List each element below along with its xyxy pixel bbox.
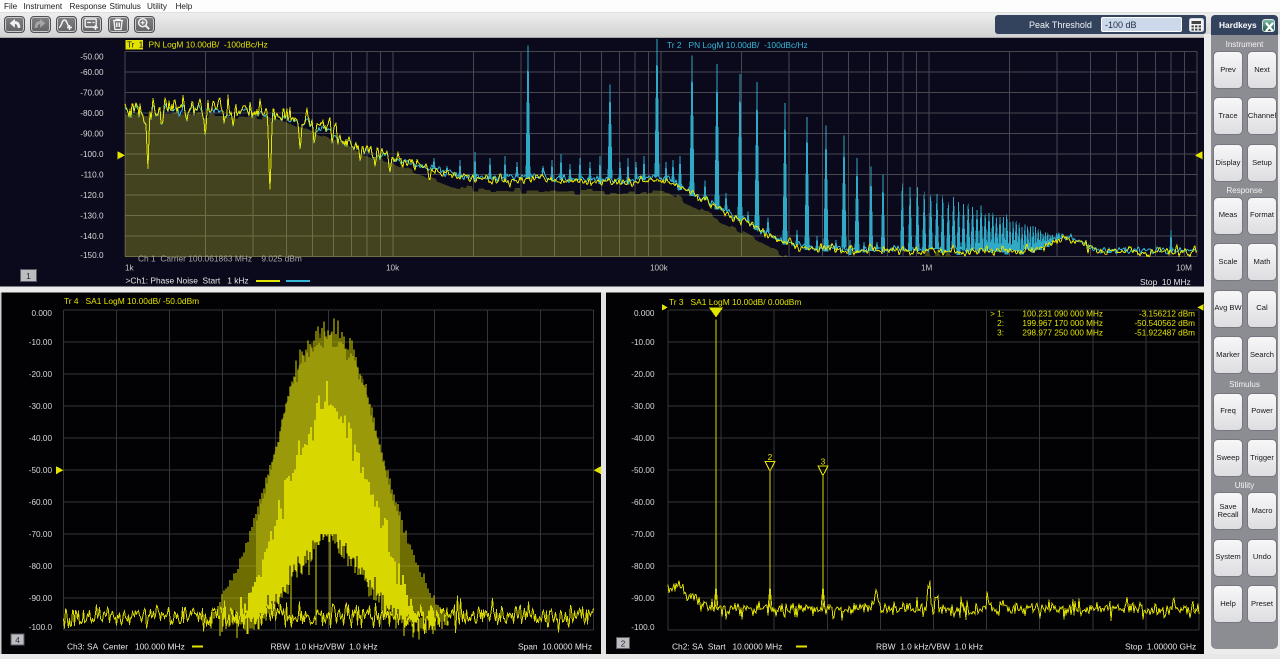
svg-text:-80.00: -80.00 bbox=[80, 109, 104, 118]
svg-text:2: 2 bbox=[621, 639, 626, 648]
svg-text:3: 3 bbox=[821, 457, 826, 467]
svg-text:1M: 1M bbox=[921, 264, 933, 273]
svg-text:-120.0: -120.0 bbox=[80, 191, 104, 200]
svg-text:-60.00: -60.00 bbox=[29, 498, 53, 507]
svg-text:Tr 3 SA1 LogM 10.00dB/ 0.00d: Tr 3 SA1 LogM 10.00dB/ 0.00dBm bbox=[669, 297, 801, 307]
svg-text:Ch 1 Carrier 100.061863 MHz: Ch 1 Carrier 100.061863 MHz 9.025 dBm bbox=[138, 254, 302, 264]
svg-text:-40.00: -40.00 bbox=[29, 434, 53, 443]
svg-text:-20.00: -20.00 bbox=[29, 370, 53, 379]
svg-text:-100.0: -100.0 bbox=[631, 623, 655, 632]
svg-text:199.967 170 000 MHz: 199.967 170 000 MHz bbox=[1022, 319, 1103, 328]
svg-text:2: 2 bbox=[768, 452, 773, 462]
svg-text:-80.00: -80.00 bbox=[29, 562, 53, 571]
svg-text:-70.00: -70.00 bbox=[80, 88, 104, 97]
svg-text:-130.0: -130.0 bbox=[80, 211, 104, 220]
svg-text:-3.156212 dBm: -3.156212 dBm bbox=[1139, 309, 1195, 318]
svg-text:PN LogM 10.00dB/ -100dBc/Hz: PN LogM 10.00dB/ -100dBc/Hz bbox=[149, 40, 268, 50]
svg-text:-50.540562 dBm: -50.540562 dBm bbox=[1134, 319, 1195, 328]
svg-text:-110.0: -110.0 bbox=[81, 170, 104, 179]
svg-text:>Ch1: Phase Noise Start 1 k: >Ch1: Phase Noise Start 1 kHz bbox=[126, 276, 249, 286]
svg-text:Stop 1.00000 GHz: Stop 1.00000 GHz bbox=[1125, 642, 1196, 652]
svg-text:-50.00: -50.00 bbox=[29, 466, 53, 475]
svg-text:-10.00: -10.00 bbox=[29, 338, 53, 347]
svg-text:Tr 2 PN LogM 10.00dB/ -100d: Tr 2 PN LogM 10.00dB/ -100dBc/Hz bbox=[667, 40, 808, 50]
svg-text:-90.00: -90.00 bbox=[631, 594, 655, 603]
svg-text:100k: 100k bbox=[650, 264, 669, 273]
svg-text:> 1:: > 1: bbox=[990, 309, 1004, 318]
svg-text:-51.922487 dBm: -51.922487 dBm bbox=[1134, 328, 1195, 337]
svg-text:-70.00: -70.00 bbox=[631, 530, 655, 539]
svg-text:Ch2: SA Start 10.0000 MHz: Ch2: SA Start 10.0000 MHz bbox=[672, 642, 782, 652]
svg-text:RBW 1.0 kHz/VBW 1.0 kHz: RBW 1.0 kHz/VBW 1.0 kHz bbox=[271, 642, 378, 652]
svg-text:-150.0: -150.0 bbox=[80, 251, 104, 260]
svg-text:Span 10.0000 MHz: Span 10.0000 MHz bbox=[518, 642, 592, 652]
svg-text:0.000: 0.000 bbox=[634, 309, 655, 318]
svg-text:-50.00: -50.00 bbox=[80, 53, 104, 62]
svg-text:1: 1 bbox=[26, 271, 31, 281]
svg-text:-60.00: -60.00 bbox=[631, 498, 655, 507]
svg-text:-80.00: -80.00 bbox=[631, 562, 655, 571]
svg-text:-40.00: -40.00 bbox=[631, 434, 655, 443]
svg-text:4: 4 bbox=[15, 636, 20, 645]
svg-text:-60.00: -60.00 bbox=[80, 68, 104, 77]
svg-text:-140.0: -140.0 bbox=[80, 232, 104, 241]
svg-text:-30.00: -30.00 bbox=[29, 402, 53, 411]
svg-text:298.977 250 000 MHz: 298.977 250 000 MHz bbox=[1022, 328, 1103, 337]
svg-text:10k: 10k bbox=[386, 264, 400, 273]
svg-text:Tr 4 SA1 LogM 10.00dB/ -50.0: Tr 4 SA1 LogM 10.00dB/ -50.0dBm bbox=[64, 296, 199, 306]
svg-text:-20.00: -20.00 bbox=[631, 370, 655, 379]
svg-text:2:: 2: bbox=[997, 319, 1004, 328]
svg-text:3:: 3: bbox=[997, 328, 1004, 337]
svg-text:Ch3: SA Center 100.000 MHz: Ch3: SA Center 100.000 MHz bbox=[67, 642, 185, 652]
svg-text:Stop 10 MHz: Stop 10 MHz bbox=[1140, 277, 1191, 287]
svg-text:-90.00: -90.00 bbox=[80, 129, 104, 138]
svg-text:100.231 090 000 MHz: 100.231 090 000 MHz bbox=[1022, 309, 1103, 318]
svg-text:-10.00: -10.00 bbox=[631, 338, 655, 347]
svg-text:-100.0: -100.0 bbox=[80, 150, 104, 159]
svg-text:Tr 1: Tr 1 bbox=[127, 41, 144, 50]
svg-text:RBW 1.0 kHz/VBW 1.0 kHz: RBW 1.0 kHz/VBW 1.0 kHz bbox=[876, 642, 983, 652]
svg-text:-50.00: -50.00 bbox=[631, 466, 655, 475]
svg-text:-70.00: -70.00 bbox=[29, 530, 53, 539]
svg-text:10M: 10M bbox=[1176, 264, 1192, 273]
svg-text:-90.00: -90.00 bbox=[29, 594, 53, 603]
svg-text:-30.00: -30.00 bbox=[631, 402, 655, 411]
svg-text:1k: 1k bbox=[125, 264, 135, 273]
svg-text:-100.0: -100.0 bbox=[29, 623, 53, 632]
svg-text:0.000: 0.000 bbox=[32, 309, 53, 318]
